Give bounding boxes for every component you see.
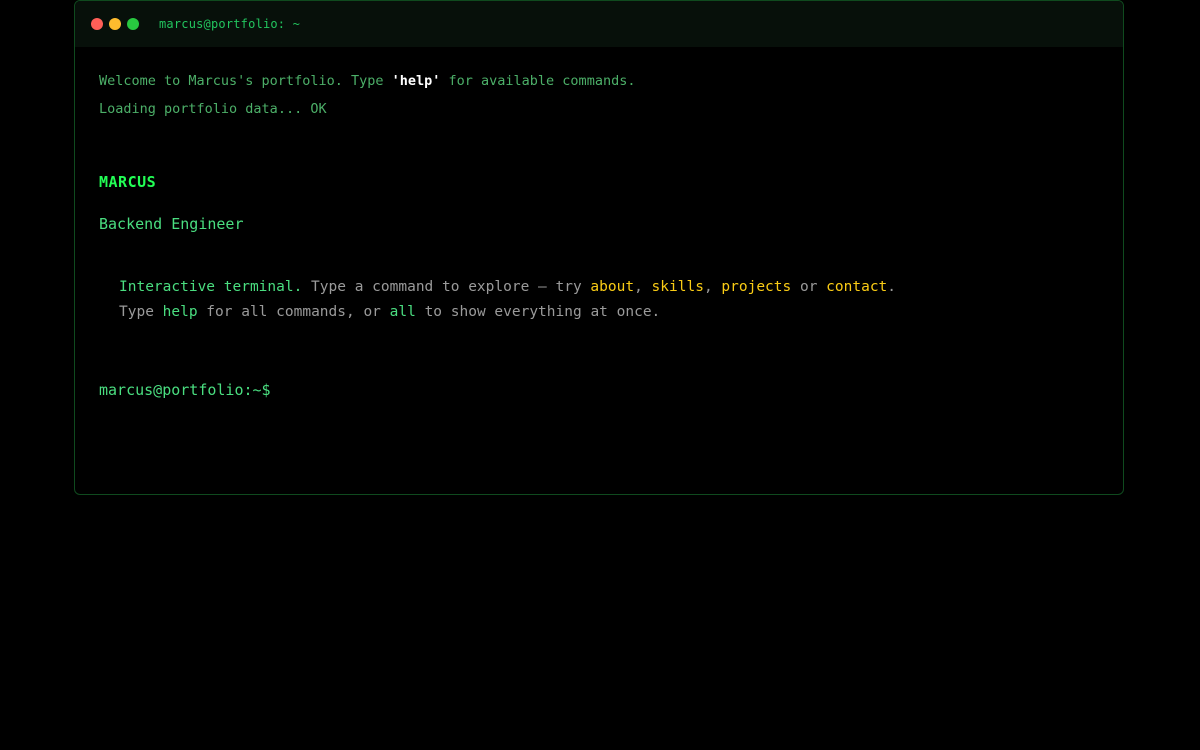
hint-line2-mid: for all commands, or [197,304,390,320]
command-prompt[interactable]: marcus@portfolio:~$ [99,381,271,399]
loading-status: OK [302,101,327,117]
separator: , [634,279,652,295]
command-contact[interactable]: contact [826,279,887,295]
command-about[interactable]: about [590,279,634,295]
minimize-window-button[interactable] [109,18,121,30]
command-projects[interactable]: projects [721,279,791,295]
hint-line2-suffix: to show everything at once. [415,304,661,320]
profile-role: Backend Engineer [99,215,244,233]
terminal-window: marcus@portfolio: ~ Welcome to Marcus's … [74,0,1124,495]
hint-text: Type a command to explore — try [302,279,591,295]
period: . [887,279,897,295]
loading-line: Loading portfolio data... OK [99,101,327,117]
title-bar: marcus@portfolio: ~ [75,1,1123,47]
hint-lead: Interactive terminal. [119,279,303,295]
maximize-window-button[interactable] [127,18,139,30]
welcome-suffix: for available commands. [440,73,636,89]
welcome-prefix: Welcome to Marcus's portfolio. Type [99,73,392,89]
separator: , [703,279,722,295]
separator: or [791,279,827,295]
window-title: marcus@portfolio: ~ [159,17,301,31]
profile-name: MARCUS [99,173,157,191]
hint-line2-prefix: Type [119,304,163,320]
close-window-button[interactable] [91,18,103,30]
welcome-help-command: 'help' [391,73,441,89]
command-all[interactable]: all [390,304,416,320]
hint-line-2: Type help for all commands, or all to sh… [119,304,660,320]
hint-line-1: Interactive terminal. Type a command to … [119,279,896,295]
command-help[interactable]: help [163,304,198,320]
welcome-line: Welcome to Marcus's portfolio. Type 'hel… [99,73,635,89]
loading-text: Loading portfolio data [99,101,278,117]
loading-dots: ... [277,101,303,117]
command-skills[interactable]: skills [652,279,704,295]
